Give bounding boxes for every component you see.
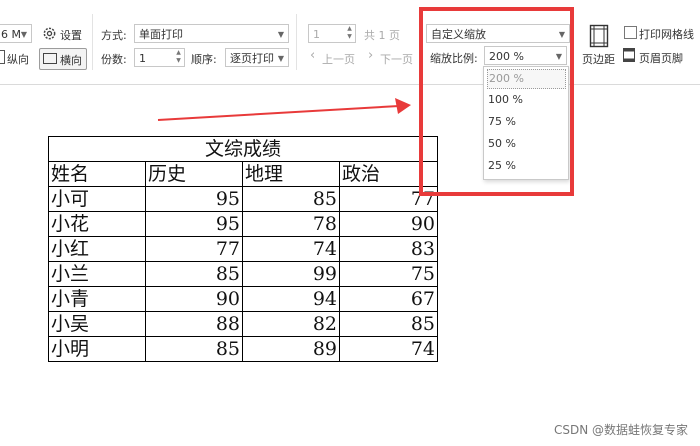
geography-score: 82 [242,311,340,337]
student-name: 小花 [48,211,146,237]
order-label: 顺序: [191,53,217,66]
prev-page-button[interactable]: 上一页 [322,51,355,67]
geography-score: 85 [242,186,340,212]
history-score: 85 [145,261,243,287]
history-score: 90 [145,286,243,312]
politics-score: 67 [339,286,438,312]
table-header-row: 姓名 历史 地理 政治 [48,161,438,187]
table-title: 文综成绩 [48,136,438,162]
annotation-arrow-icon [157,98,411,121]
column-header: 姓名 [48,161,146,187]
page-total: 共 1 页 [364,29,400,42]
student-name: 小青 [48,286,146,312]
copies-stepper[interactable]: 1 ▲ ▼ [134,48,185,67]
watermark: CSDN @数据蛙恢复专家 [553,423,688,437]
stepper-arrows-icon[interactable]: ▲ ▼ [345,25,354,42]
politics-score: 90 [339,211,438,237]
geography-score: 74 [242,236,340,262]
geography-score: 89 [242,336,340,362]
politics-score: 83 [339,236,438,262]
landscape-label: 横向 [60,54,82,67]
history-score: 77 [145,236,243,262]
header-footer-icon [623,48,635,62]
chevron-left-icon: ‹ [310,48,316,63]
table-row: 小明 85 89 74 [48,336,438,362]
landscape-page-icon [43,53,57,64]
paper-size-select[interactable]: 6 M ▼ [0,24,32,43]
print-gridlines-label: 打印网格线 [639,28,694,41]
mode-label: 方式: [101,29,127,42]
chevron-down-icon: ▼ [277,30,284,39]
landscape-button[interactable]: 横向 [39,48,87,70]
history-score: 85 [145,336,243,362]
paper-size-value: 6 M [1,28,21,41]
geography-score: 78 [242,211,340,237]
page-current: 1 [313,28,320,41]
column-header: 历史 [145,161,243,187]
chevron-down-icon: ▼ [277,54,284,63]
toolbar-separator [92,14,93,70]
geography-score: 99 [242,261,340,287]
student-name: 小明 [48,336,146,362]
toolbar-separator [296,14,297,70]
student-name: 小吴 [48,311,146,337]
order-select[interactable]: 逐页打印 ▼ [225,48,289,67]
column-header: 地理 [242,161,340,187]
mode-value: 单面打印 [139,28,183,41]
gear-icon[interactable] [42,26,57,41]
settings-button[interactable]: 设置 [60,27,82,43]
history-score: 95 [145,186,243,212]
order-value: 逐页打印 [230,52,274,65]
geography-score: 94 [242,286,340,312]
copies-value: 1 [139,52,146,65]
history-score: 95 [145,211,243,237]
margin-button[interactable]: 页边距 [582,51,615,67]
page-number-stepper[interactable]: 1 ▲ ▼ [308,24,356,43]
table-row: 小红 77 74 83 [48,236,438,262]
score-table: 文综成绩 姓名 历史 地理 政治 小可 95 85 77 小花 95 78 90… [48,136,438,362]
copies-label: 份数: [101,53,127,66]
header-footer-button[interactable]: 页眉页脚 [639,50,683,66]
chevron-right-icon: › [368,48,374,63]
portrait-button[interactable]: 纵向 [7,51,29,67]
chevron-down-icon: ▼ [20,30,27,39]
student-name: 小可 [48,186,146,212]
history-score: 88 [145,311,243,337]
politics-score: 74 [339,336,438,362]
stepper-arrows-icon[interactable]: ▲ ▼ [174,49,183,66]
portrait-page-icon [0,50,5,64]
table-row: 小兰 85 99 75 [48,261,438,287]
next-page-button[interactable]: 下一页 [380,51,413,67]
page-margin-icon[interactable] [589,24,609,48]
annotation-highlight-box [419,7,574,196]
print-preview-toolbar: 6 M ▼ 设置 纵向 横向 方式: 单面打印 ▼ 份数: 1 ▲ ▼ 顺序: 逐… [0,0,700,85]
table-title-row: 文综成绩 [48,136,438,162]
print-gridlines-checkbox[interactable] [624,26,637,39]
table-row: 小吴 88 82 85 [48,311,438,337]
politics-score: 85 [339,311,438,337]
mode-select[interactable]: 单面打印 ▼ [134,24,289,43]
table-row: 小可 95 85 77 [48,186,438,212]
politics-score: 75 [339,261,438,287]
student-name: 小兰 [48,261,146,287]
student-name: 小红 [48,236,146,262]
table-row: 小花 95 78 90 [48,211,438,237]
table-row: 小青 90 94 67 [48,286,438,312]
